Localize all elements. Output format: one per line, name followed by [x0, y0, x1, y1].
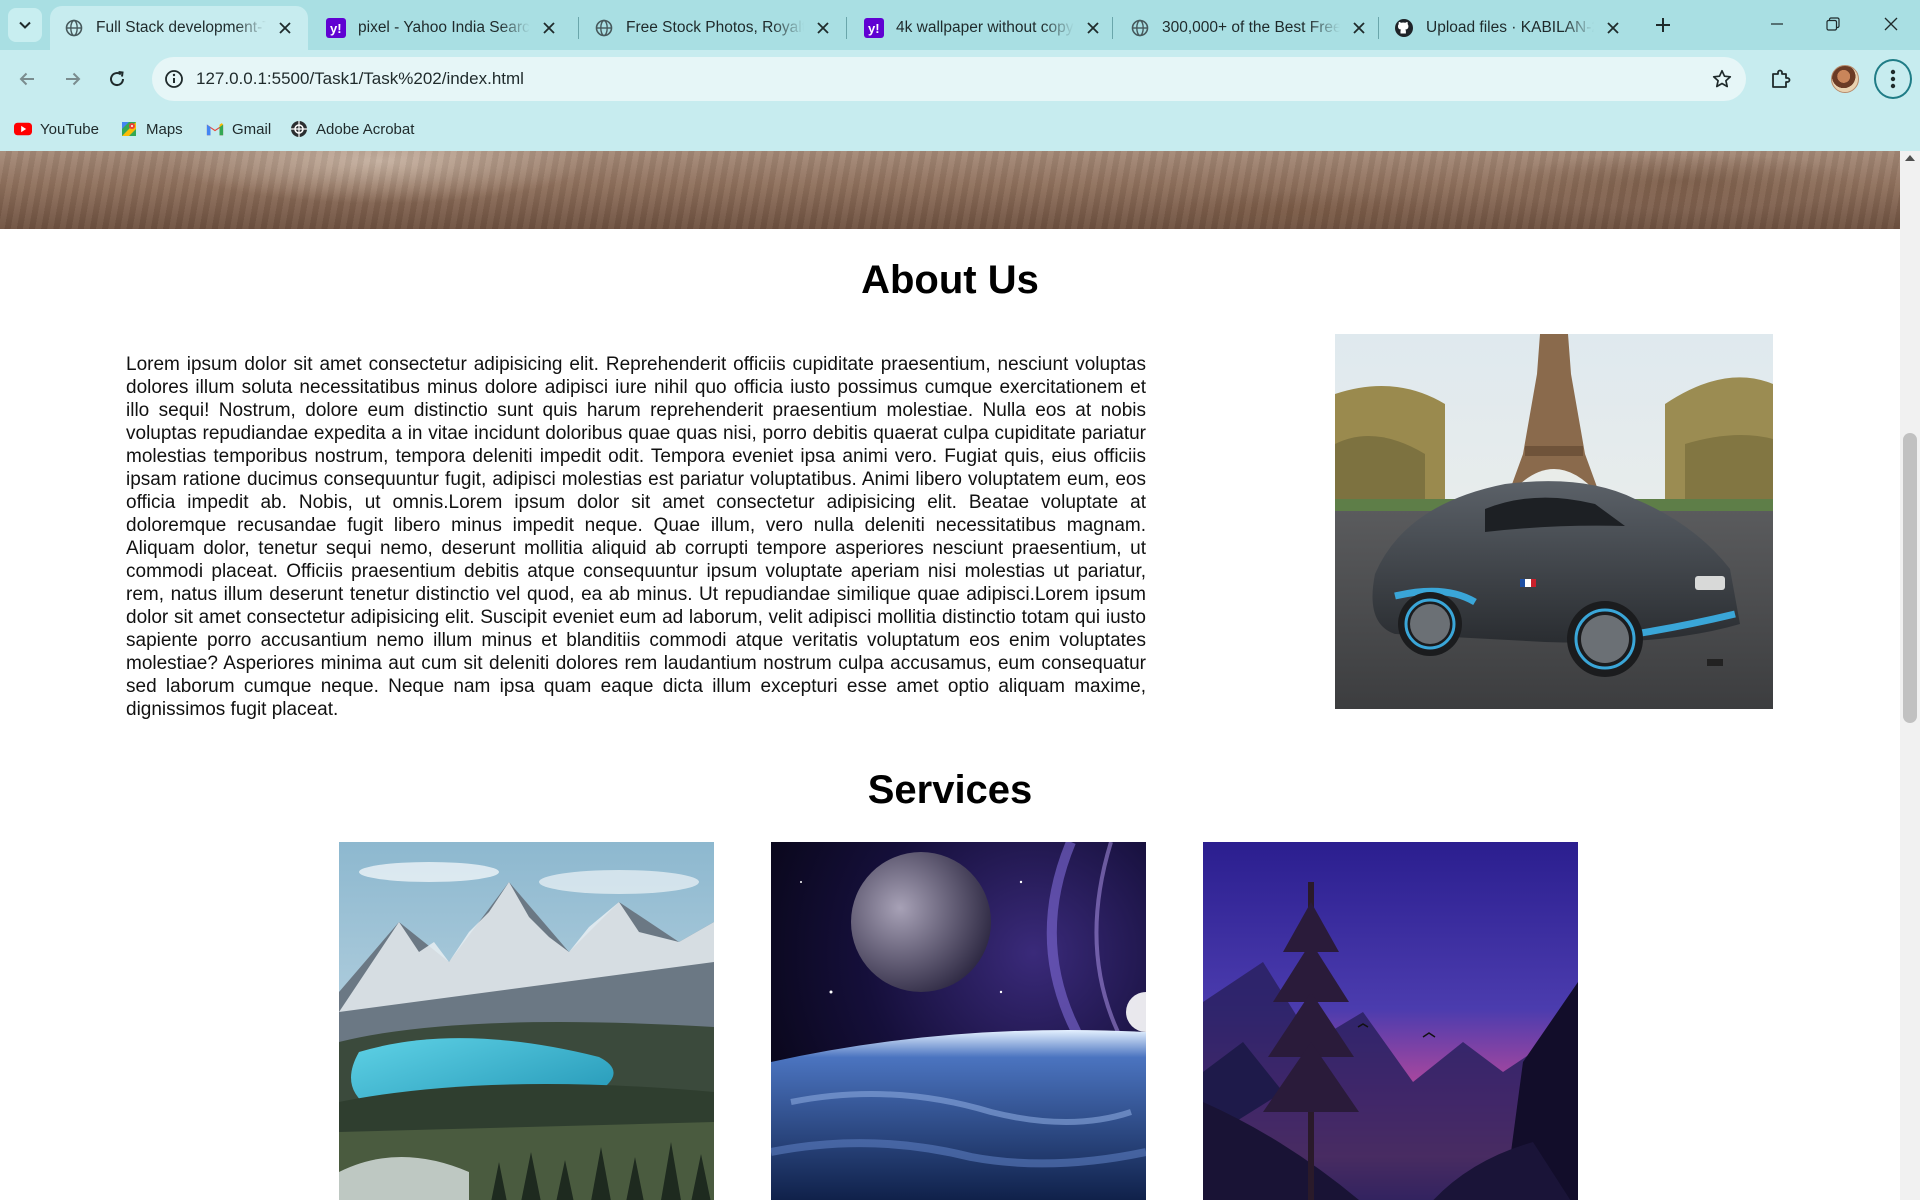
- page-viewport: About Us Lorem ipsum dolor sit amet cons…: [0, 151, 1900, 1200]
- yahoo-icon: y!: [326, 18, 346, 38]
- tab-5[interactable]: Upload files · KABILAN-29: [1380, 6, 1636, 50]
- tab-title: pixel - Yahoo India Search Results: [358, 19, 530, 36]
- bookmark-label: YouTube: [40, 120, 99, 138]
- svg-text:y!: y!: [330, 21, 342, 36]
- browser-toolbar: 127.0.0.1:5500/Task1/Task%202/index.html: [0, 50, 1920, 108]
- page-scrollbar[interactable]: [1900, 151, 1920, 1200]
- close-icon[interactable]: [812, 17, 834, 39]
- tab-4[interactable]: 300,000+ of the Best Free Stock: [1116, 6, 1382, 50]
- tab-3[interactable]: y! 4k wallpaper without copyright: [850, 6, 1116, 50]
- bookmark-youtube[interactable]: YouTube: [14, 116, 99, 142]
- close-icon[interactable]: [274, 17, 296, 39]
- bookmarks-bar: YouTube Maps Gmail Adobe Acrobat: [0, 108, 1920, 151]
- tab-title: Full Stack development-Task: [96, 19, 266, 36]
- tab-title: Free Stock Photos, Royalty Free: [626, 19, 804, 36]
- back-button[interactable]: [10, 62, 44, 96]
- chevron-down-icon: [19, 21, 31, 29]
- menu-ring: [1874, 59, 1912, 99]
- restore-button[interactable]: [1804, 0, 1862, 48]
- youtube-icon: [14, 120, 32, 138]
- bookmark-star-icon[interactable]: [1710, 67, 1734, 91]
- avatar: [1831, 65, 1859, 93]
- tab-1[interactable]: y! pixel - Yahoo India Search Results: [312, 6, 572, 50]
- tab-separator: [1112, 17, 1113, 39]
- close-icon[interactable]: [538, 17, 560, 39]
- close-icon[interactable]: [1602, 17, 1624, 39]
- new-tab-button[interactable]: [1648, 10, 1678, 40]
- tab-title: Upload files · KABILAN-29: [1426, 19, 1594, 36]
- tab-search-button[interactable]: [8, 8, 42, 42]
- scroll-up-arrow-icon[interactable]: [1905, 155, 1915, 161]
- close-window-button[interactable]: [1862, 0, 1920, 48]
- bookmark-gmail[interactable]: Gmail: [206, 116, 271, 142]
- github-icon: [1394, 18, 1414, 38]
- scroll-thumb[interactable]: [1903, 433, 1917, 723]
- bookmark-label: Gmail: [232, 120, 272, 138]
- tab-separator: [846, 17, 847, 39]
- tab-separator: [1378, 17, 1379, 39]
- minimize-icon: [1771, 23, 1783, 25]
- services-title: Services: [867, 768, 1033, 812]
- url-text[interactable]: 127.0.0.1:5500/Task1/Task%202/index.html: [196, 69, 524, 89]
- arrow-left-icon: [19, 72, 34, 86]
- address-bar[interactable]: 127.0.0.1:5500/Task1/Task%202/index.html: [152, 57, 1746, 101]
- globe-icon: [594, 18, 614, 38]
- about-text: Lorem ipsum dolor sit amet consectetur a…: [126, 354, 1146, 720]
- close-icon[interactable]: [1082, 17, 1104, 39]
- site-info-icon[interactable]: [162, 67, 186, 91]
- tab-0[interactable]: Full Stack development-Task: [50, 6, 308, 50]
- svg-text:y!: y!: [868, 21, 880, 36]
- extensions-button[interactable]: [1762, 60, 1800, 98]
- maps-icon: [120, 120, 138, 138]
- tab-2[interactable]: Free Stock Photos, Royalty Free: [580, 6, 846, 50]
- close-icon: [1884, 17, 1898, 31]
- arrow-right-icon: [66, 72, 81, 86]
- yahoo-icon: y!: [864, 18, 884, 38]
- plus-icon: [1656, 18, 1670, 32]
- service-image-space: [771, 842, 1146, 1200]
- puzzle-icon: [1772, 69, 1791, 88]
- reload-icon: [110, 71, 125, 87]
- globe-icon: [1130, 18, 1150, 38]
- about-title: About Us: [861, 258, 1039, 302]
- acrobat-icon: [290, 120, 308, 138]
- service-image-sunset: [1203, 842, 1578, 1200]
- about-image: [1335, 334, 1773, 709]
- reload-button[interactable]: [100, 62, 134, 96]
- tab-strip: Full Stack development-Task y! pixel - Y…: [0, 0, 1920, 50]
- more-vertical-icon: [1890, 69, 1896, 89]
- tab-title: 4k wallpaper without copyright: [896, 19, 1074, 36]
- restore-icon: [1826, 17, 1840, 31]
- chrome-menu-button[interactable]: [1874, 59, 1912, 99]
- close-icon[interactable]: [1348, 17, 1370, 39]
- bookmark-maps[interactable]: Maps: [120, 116, 183, 142]
- bookmark-label: Maps: [146, 120, 183, 138]
- tab-title: 300,000+ of the Best Free Stock: [1162, 19, 1340, 36]
- minimize-button[interactable]: [1748, 0, 1806, 48]
- forward-button[interactable]: [56, 62, 90, 96]
- bookmark-adobe-acrobat[interactable]: Adobe Acrobat: [290, 116, 414, 142]
- profile-button[interactable]: [1826, 60, 1864, 98]
- globe-icon: [64, 18, 84, 38]
- tab-separator: [578, 17, 579, 39]
- gmail-icon: [206, 120, 224, 138]
- browser-chrome: Full Stack development-Task y! pixel - Y…: [0, 0, 1920, 151]
- bookmark-label: Adobe Acrobat: [316, 120, 415, 138]
- service-image-lake: [339, 842, 714, 1200]
- hero-image: [0, 151, 1900, 229]
